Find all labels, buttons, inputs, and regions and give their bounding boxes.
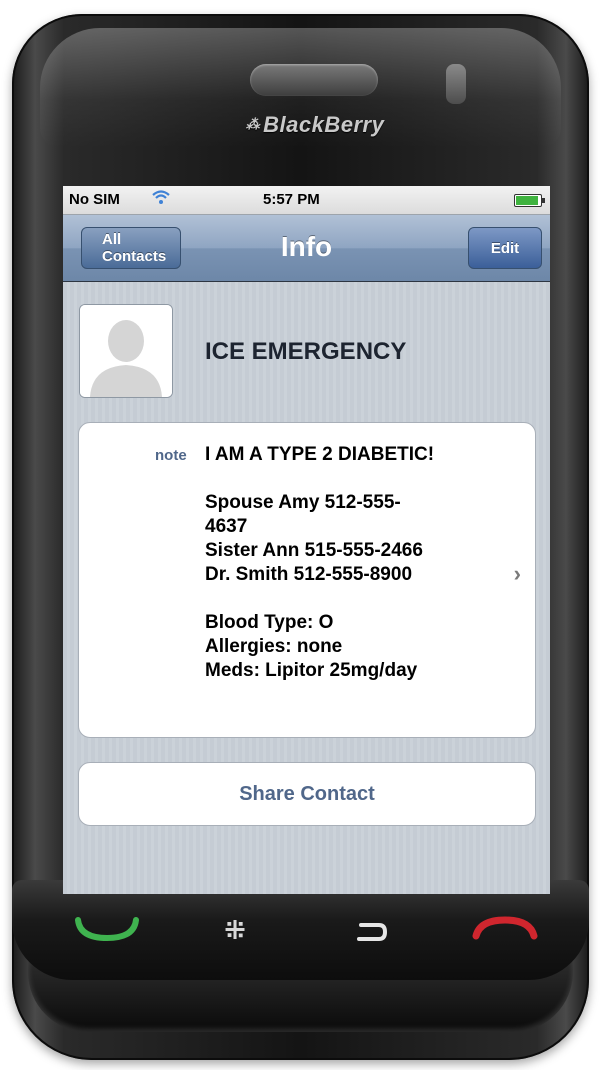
note-line <box>205 587 495 611</box>
brand-logo: ⁂ BlackBerry <box>200 112 430 138</box>
note-line: Meds: Lipitor 25mg/day <box>205 660 418 681</box>
back-button[interactable] <box>346 912 396 952</box>
note-text: I AM A TYPE 2 DIABETIC! Spouse Amy 512-5… <box>205 443 495 683</box>
notification-led <box>446 64 466 104</box>
note-line: Dr. Smith 512-555-8900 <box>205 564 413 585</box>
wifi-icon <box>151 189 171 210</box>
share-contact-button[interactable]: Share Contact <box>78 762 536 826</box>
note-field[interactable]: note I AM A TYPE 2 DIABETIC! Spouse Amy … <box>78 422 536 738</box>
note-line: 4637 <box>205 516 248 537</box>
chevron-right-icon: › <box>513 561 521 586</box>
call-icon <box>75 917 139 942</box>
brand-name: BlackBerry <box>263 112 385 137</box>
call-button[interactable] <box>74 914 140 944</box>
clock: 5:57 PM <box>263 191 320 208</box>
back-icon <box>357 923 388 941</box>
note-line: Blood Type: O <box>205 612 334 633</box>
note-line: I AM A TYPE 2 DIABETIC! <box>205 444 435 465</box>
phone-screen: No SIM 5:57 PM All Contacts Info Edit IC… <box>63 186 550 894</box>
menu-button[interactable]: ⁜ <box>210 910 260 950</box>
contact-name: ICE EMERGENCY <box>205 338 407 365</box>
end-call-button[interactable] <box>470 914 540 944</box>
note-line: Allergies: none <box>205 636 343 657</box>
note-line: Spouse Amy 512-555- <box>205 492 401 513</box>
note-label: note <box>155 447 187 464</box>
blackberry-logo-icon: ⁂ <box>245 116 261 132</box>
carrier-label: No SIM <box>69 191 120 208</box>
battery-icon <box>514 194 545 207</box>
status-bar: No SIM 5:57 PM <box>63 186 550 215</box>
contact-avatar[interactable] <box>79 304 173 398</box>
end-call-icon <box>472 916 538 940</box>
navigation-bar: All Contacts Info Edit <box>63 215 550 282</box>
note-line: Sister Ann 515-555-2466 <box>205 540 423 561</box>
earpiece-speaker <box>250 64 378 96</box>
person-silhouette-icon <box>80 305 172 397</box>
edit-button[interactable]: Edit <box>468 227 542 269</box>
note-line <box>205 467 495 491</box>
blackberry-menu-icon: ⁜ <box>224 914 246 945</box>
